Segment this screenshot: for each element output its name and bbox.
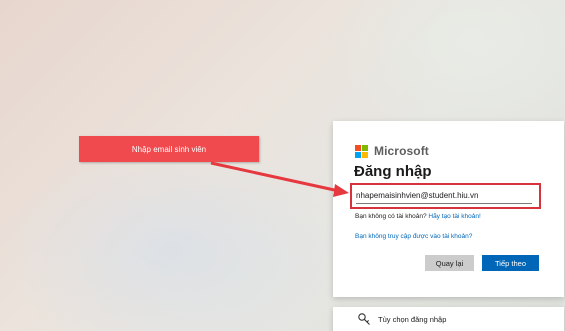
sign-in-options-card[interactable]: Tùy chọn đăng nhập: [333, 307, 564, 331]
no-account-row: Bạn không có tài khoản? Hãy tạo tài khoả…: [355, 213, 481, 220]
create-account-link[interactable]: Hãy tạo tài khoản!: [428, 213, 480, 220]
no-account-text: Bạn không có tài khoản?: [355, 213, 427, 220]
page-title: Đăng nhập: [354, 163, 432, 180]
microsoft-logo: Microsoft: [355, 144, 429, 158]
cant-access-account-link[interactable]: Bạn không truy cập được vào tài khoản?: [355, 233, 472, 240]
microsoft-logo-icon: [355, 144, 368, 158]
annotation-callout-text: Nhập email sinh viên: [131, 144, 207, 154]
key-search-icon: [357, 312, 371, 331]
sign-in-options-label: Tùy chọn đăng nhập: [378, 315, 447, 324]
email-highlight-box: [350, 183, 541, 209]
login-card: Microsoft Đăng nhập Bạn không có tài kho…: [333, 121, 564, 297]
brand-name: Microsoft: [374, 144, 429, 158]
email-input[interactable]: [356, 187, 532, 204]
sign-in-page: Microsoft Đăng nhập Bạn không có tài kho…: [0, 0, 565, 331]
next-button[interactable]: Tiếp theo: [482, 255, 539, 271]
back-button[interactable]: Quay lại: [425, 255, 474, 271]
annotation-callout: Nhập email sinh viên: [79, 136, 259, 162]
